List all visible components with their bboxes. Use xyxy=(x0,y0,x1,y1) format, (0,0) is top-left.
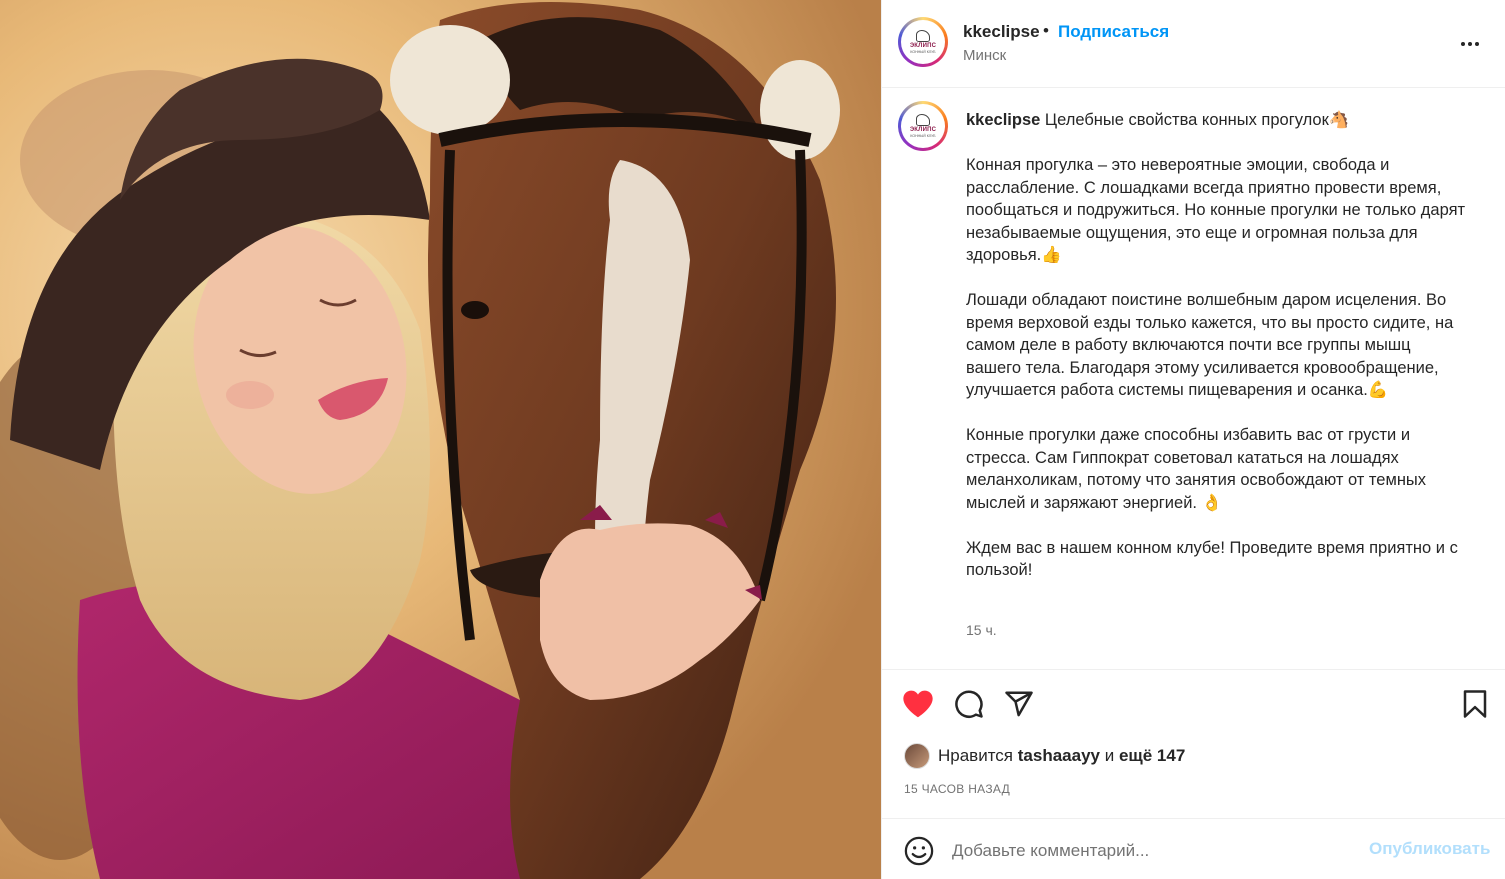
header-separator: • xyxy=(1043,21,1049,40)
more-options-icon[interactable] xyxy=(1454,30,1486,58)
comment-bar: Опубликовать xyxy=(882,818,1505,879)
action-bar xyxy=(882,684,1505,728)
caption-paragraph: Конные прогулки даже способны избавить в… xyxy=(966,426,1427,512)
caption-timestamp[interactable]: 15 ч. xyxy=(966,622,997,638)
logo-subtitle: КОННЫЙ КЛУБ xyxy=(910,134,936,138)
horse-logo-icon xyxy=(916,114,930,126)
caption-paragraph: Ждем вас в нашем конном клубе! Проведите… xyxy=(966,538,1458,580)
logo-subtitle: КОННЫЙ КЛУБ xyxy=(910,50,936,54)
caption-text: kkeclipse Целебные свойства конных прогу… xyxy=(966,109,1466,582)
caption-username[interactable]: kkeclipse xyxy=(966,111,1040,129)
club-logo: ЭКЛИПС КОННЫЙ КЛУБ xyxy=(901,104,945,148)
post-photo-illustration xyxy=(0,0,881,879)
comment-icon[interactable] xyxy=(951,684,987,724)
comment-input[interactable] xyxy=(952,837,1352,865)
author-username[interactable]: kkeclipse xyxy=(963,22,1040,42)
post-photo[interactable] xyxy=(0,0,881,879)
publish-button[interactable]: Опубликовать xyxy=(1369,839,1490,859)
likes-conj: и xyxy=(1104,746,1115,765)
post-date[interactable]: 15 ЧАСОВ НАЗАД xyxy=(904,782,1010,796)
liker-username[interactable]: tashaaayy xyxy=(1018,746,1100,765)
post-panel: ЭКЛИПС КОННЫЙ КЛУБ kkeclipse • Подписать… xyxy=(881,0,1505,879)
caption-first-line: Целебные свойства конных прогулок🐴 xyxy=(1044,111,1350,129)
caption-author-avatar[interactable]: ЭКЛИПС КОННЫЙ КЛУБ xyxy=(898,101,948,151)
caption-paragraph: Конная прогулка – это невероятные эмоции… xyxy=(966,156,1466,264)
follow-button[interactable]: Подписаться xyxy=(1058,22,1169,42)
post-header: ЭКЛИПС КОННЫЙ КЛУБ kkeclipse • Подписать… xyxy=(882,0,1505,88)
likes-count[interactable]: ещё 147 xyxy=(1119,746,1185,765)
author-avatar[interactable]: ЭКЛИПС КОННЫЙ КЛУБ xyxy=(898,17,948,67)
caption-paragraph: Лошади обладают поистине волшебным даром… xyxy=(966,291,1454,399)
liker-avatar[interactable] xyxy=(904,743,930,769)
club-logo: ЭКЛИПС КОННЫЙ КЛУБ xyxy=(901,20,945,64)
caption-section: ЭКЛИПС КОННЫЙ КЛУБ kkeclipse Целебные св… xyxy=(882,88,1505,670)
likes-text[interactable]: Нравится tashaaayy и ещё 147 xyxy=(938,746,1185,766)
bookmark-icon[interactable] xyxy=(1457,684,1493,724)
heart-icon[interactable] xyxy=(900,684,936,724)
likes-row: Нравится tashaaayy и ещё 147 xyxy=(904,742,1185,770)
emoji-icon[interactable] xyxy=(904,836,934,866)
likes-prefix: Нравится xyxy=(938,746,1014,765)
logo-title: ЭКЛИПС xyxy=(909,127,937,133)
logo-title: ЭКЛИПС xyxy=(909,43,937,49)
share-icon[interactable] xyxy=(1001,684,1037,724)
post-location[interactable]: Минск xyxy=(963,47,1006,64)
horse-logo-icon xyxy=(916,30,930,42)
